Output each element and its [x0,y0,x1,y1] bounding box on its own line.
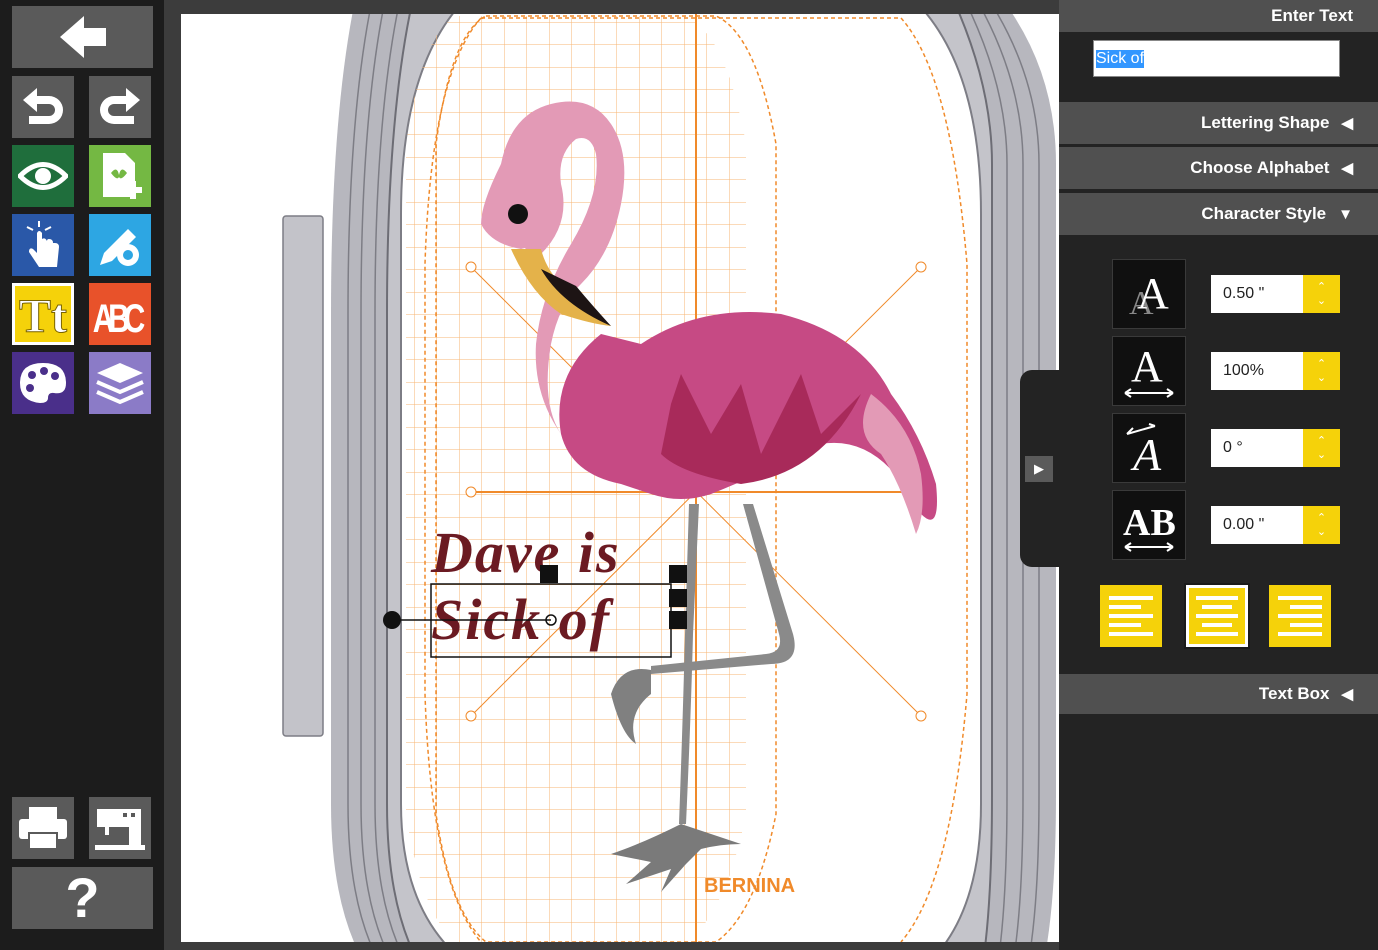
svg-text:A: A [1137,269,1169,318]
embroidery-app: Tt ABC ? BERNINA Dave is Sick of ▶ Enter… [0,0,1378,950]
svg-text:A: A [1131,342,1163,391]
left-toolbar: Tt ABC ? [0,0,164,950]
select-button[interactable] [12,214,74,276]
svg-text:Tt: Tt [19,290,67,338]
enter-text-header: Enter Text [1059,0,1378,32]
layers-button[interactable] [89,352,151,414]
redo-icon [100,88,140,124]
canvas-area: BERNINA Dave is Sick of [164,0,1059,950]
svg-text:ABC: ABC [93,297,146,338]
character-style-header[interactable]: Character Style ▼ [1059,193,1378,235]
sewing-machine-icon [95,809,145,850]
add-design-button[interactable] [89,145,151,207]
text-size-stepper[interactable]: 0.50 " ⌃ ⌄ [1211,275,1340,313]
monogram-icon: ABC [93,297,146,338]
collapse-panel-button[interactable]: ▶ [1025,456,1053,482]
text-slant-value: 0 ° [1223,439,1243,456]
align-right-button[interactable] [1269,585,1331,647]
character-style-label: Character Style [1201,204,1327,223]
width-resize-handle[interactable] [669,589,687,607]
svg-text:A: A [1130,429,1162,478]
send-to-machine-button[interactable] [89,797,151,859]
text-box-label: Text Box [1258,684,1330,703]
text-box-header[interactable]: Text Box ◀ [1059,674,1378,714]
colors-button[interactable] [12,352,74,414]
collapsed-arrow-icon: ◀ [1341,686,1353,703]
monogram-button[interactable]: ABC [89,283,151,345]
redo-button[interactable] [89,76,151,138]
undo-button[interactable] [12,76,74,138]
add-design-icon [103,153,142,199]
panel-collapse-tab: ▶ [1020,370,1059,567]
text-width-button[interactable]: A [1112,336,1186,406]
undo-icon [23,88,63,124]
enter-text-title: Enter Text [1271,6,1353,25]
design-canvas[interactable]: BERNINA Dave is Sick of [181,14,1059,942]
text-entry-field[interactable]: Sick of [1093,40,1340,77]
text-size-button[interactable]: AA [1112,259,1186,329]
edit-settings-button[interactable] [89,214,151,276]
corner-resize-handle[interactable] [669,565,687,583]
stepper-arrows[interactable]: ⌃ ⌄ [1303,352,1340,390]
back-button[interactable] [12,6,153,68]
letter-spacing-value: 0.00 " [1223,516,1265,533]
expanded-arrow-icon: ▼ [1338,205,1353,223]
text-slant-icon: A [1126,423,1162,478]
help-label: ? [65,866,100,929]
letter-spacing-icon: AB [1123,502,1176,552]
print-button[interactable] [12,797,74,859]
align-left-icon [1109,596,1153,636]
stepper-arrows[interactable]: ⌃ ⌄ [1303,429,1340,467]
text-tool-button[interactable]: Tt [12,283,74,345]
text-width-stepper[interactable]: 100% ⌃ ⌄ [1211,352,1340,390]
align-center-button[interactable] [1184,583,1250,649]
brand-logo: BERNINA [704,875,795,897]
align-center-icon [1196,596,1238,636]
collapsed-arrow-icon: ◀ [1341,115,1353,132]
letter-spacing-stepper[interactable]: 0.00 " ⌃ ⌄ [1211,506,1340,544]
top-resize-handle[interactable] [540,565,558,583]
text-tool-icon: Tt [19,290,68,338]
text-slant-stepper[interactable]: 0 ° ⌃ ⌄ [1211,429,1340,467]
right-panel: Enter Text Sick of Lettering Shape ◀ Cho… [1059,0,1378,950]
text-width-icon: A [1124,342,1174,398]
edit-gear-icon [100,229,139,266]
help-button[interactable]: ? [12,867,153,929]
text-entry-value: Sick of [1096,50,1145,68]
rotate-handle[interactable] [383,611,401,629]
align-right-icon [1278,596,1322,636]
text-line-1: Dave is [430,520,621,585]
layers-icon [96,363,144,405]
touch-select-icon [26,221,59,267]
stepper-arrows[interactable]: ⌃ ⌄ [1303,506,1340,544]
align-left-button[interactable] [1100,585,1162,647]
text-slant-button[interactable]: A [1112,413,1186,483]
svg-text:AB: AB [1123,502,1176,544]
palette-icon [20,363,66,403]
hoop-view: BERNINA Dave is Sick of [282,14,1056,942]
back-arrow-icon [59,16,106,58]
text-size-icon: AA [1129,269,1169,320]
side-resize-handle[interactable] [669,611,687,629]
text-width-value: 100% [1223,362,1264,379]
choose-alphabet-label: Choose Alphabet [1190,158,1330,177]
collapsed-arrow-icon: ◀ [1341,160,1353,177]
stepper-arrows[interactable]: ⌃ ⌄ [1303,275,1340,313]
letter-spacing-button[interactable]: AB [1112,490,1186,560]
view-button[interactable] [12,145,74,207]
choose-alphabet-header[interactable]: Choose Alphabet ◀ [1059,147,1378,189]
printer-icon [19,807,67,850]
eye-icon [18,162,68,190]
text-size-value: 0.50 " [1223,285,1265,302]
lettering-shape-header[interactable]: Lettering Shape ◀ [1059,102,1378,144]
lettering-shape-label: Lettering Shape [1200,113,1330,132]
